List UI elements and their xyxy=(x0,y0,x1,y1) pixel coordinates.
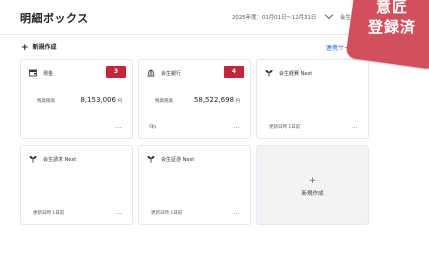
add-box-card[interactable]: + 新規作成 xyxy=(256,145,369,225)
balance-amount: 58,522,698 xyxy=(193,96,234,104)
account-name[interactable]: 会生 xyxy=(340,13,351,21)
box-card-expense-next[interactable]: 会生経費 Next 更新日時 1日前 … xyxy=(256,59,369,139)
more-options-icon[interactable]: … xyxy=(233,208,240,216)
wallet-icon xyxy=(29,69,37,77)
sprout-icon xyxy=(147,156,155,163)
bank-icon xyxy=(147,69,155,77)
box-card-bank[interactable]: 会生銀行 4 残高残高 58,522,698 円 … xyxy=(138,59,251,139)
balance-value: 58,522,698 円 xyxy=(194,96,240,104)
card-name: 会生銀行 xyxy=(161,71,182,77)
box-card-voucher-next[interactable]: 会生証憑 Next 更新日時 1日前 … xyxy=(138,145,251,225)
footer-area xyxy=(0,243,429,270)
unprocessed-count-badge[interactable]: 3 xyxy=(106,66,126,78)
balance-label: 残高残高 xyxy=(37,99,55,104)
more-options-icon[interactable]: … xyxy=(115,208,122,216)
balance-label: 残高残高 xyxy=(155,99,173,104)
add-box-label: 新規作成 xyxy=(301,191,324,197)
stamp-line-2: 登録済 xyxy=(367,18,416,36)
unprocessed-count-badge[interactable]: 4 xyxy=(224,66,244,78)
fiscal-period-selector[interactable]: 2025年度：01月01日〜12月31日 xyxy=(232,13,316,21)
box-card-cash[interactable]: 現金 3 残高残高 8,153,006 円 … xyxy=(20,59,133,139)
card-name: 会生請求 Next xyxy=(43,157,77,163)
more-options-icon[interactable]: … xyxy=(115,122,122,130)
balance-amount: 8,153,006 xyxy=(80,96,116,104)
more-options-icon[interactable]: … xyxy=(351,122,358,130)
link-icon[interactable] xyxy=(149,123,156,129)
new-box-label: 新規作成 xyxy=(32,44,57,51)
more-options-icon[interactable]: … xyxy=(233,122,240,130)
updated-time: 更新日時 1日前 xyxy=(33,211,65,216)
sprout-icon xyxy=(265,70,273,77)
registered-design-stamp-text: 意匠 登録済 xyxy=(362,0,422,37)
new-box-button[interactable]: + 新規作成 xyxy=(21,42,57,53)
chevron-down-icon[interactable] xyxy=(324,10,334,20)
sprout-icon xyxy=(29,156,37,163)
updated-time: 更新日時 1日前 xyxy=(151,211,183,216)
currency-unit: 円 xyxy=(236,98,240,103)
card-name: 現金 xyxy=(43,71,54,77)
plus-icon: + xyxy=(308,176,317,186)
card-name: 会生経費 Next xyxy=(279,71,313,77)
box-card-invoice-next[interactable]: 会生請求 Next 更新日時 1日前 … xyxy=(20,145,133,225)
card-name: 会生証憑 Next xyxy=(161,157,195,163)
currency-unit: 円 xyxy=(118,98,122,103)
stamp-line-1: 意匠 xyxy=(375,0,408,16)
page-title: 明細ボックス xyxy=(20,12,89,25)
updated-time: 更新日時 1日前 xyxy=(269,125,301,130)
plus-icon: + xyxy=(21,43,29,53)
balance-value: 8,153,006 円 xyxy=(80,96,122,104)
